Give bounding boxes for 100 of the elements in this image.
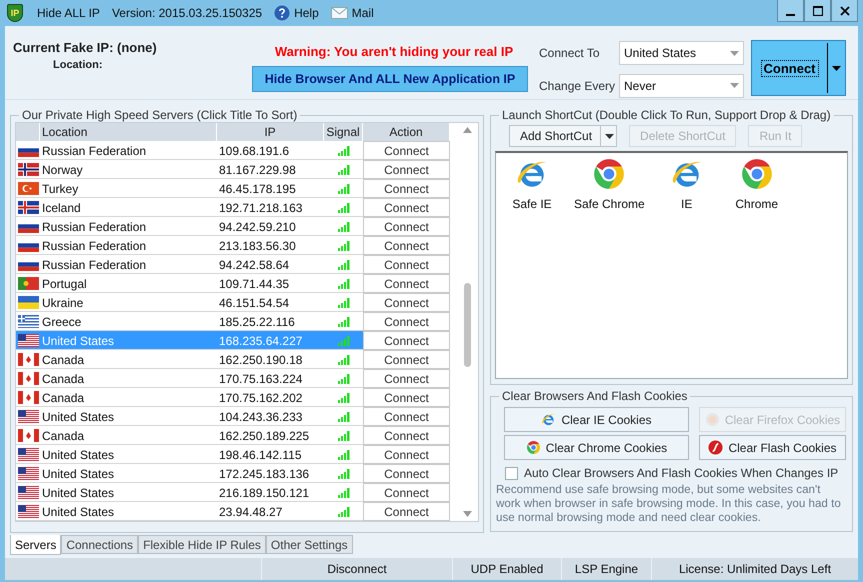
signal-icon — [338, 316, 350, 326]
connect-row-button[interactable]: Connect — [363, 236, 450, 255]
location-cell-text: Canada — [41, 352, 86, 366]
connect-row-button[interactable]: Connect — [363, 141, 450, 160]
flag-icon — [18, 163, 39, 176]
server-row[interactable]: Canada 162.250.190.18 Connect — [16, 350, 450, 369]
version-label: Version: 2015.03.25.150325 — [112, 6, 262, 20]
server-row[interactable]: Norway 81.167.229.98 Connect — [16, 160, 450, 179]
browser-icon — [704, 412, 720, 427]
server-row[interactable]: United States 168.235.64.227 Connect — [16, 331, 450, 350]
connect-row-button[interactable]: Connect — [363, 445, 450, 464]
server-row[interactable]: Iceland 192.71.218.163 Connect — [16, 198, 450, 217]
ip-cell-text: 185.25.22.116 — [218, 314, 296, 328]
connect-row-button[interactable]: Connect — [363, 502, 450, 521]
signal-icon — [338, 184, 350, 194]
server-row[interactable]: Canada 162.250.189.225 Connect — [16, 426, 450, 445]
clear-cookies-button[interactable]: Clear Flash Cookies — [699, 435, 846, 460]
scroll-up-icon[interactable] — [462, 127, 472, 133]
tab[interactable]: Servers — [10, 535, 62, 555]
server-row[interactable]: United States 23.94.48.27 Connect — [16, 502, 450, 521]
location-cell-text: Turkey — [41, 182, 80, 196]
flag-icon — [18, 486, 39, 499]
connect-row-button[interactable]: Connect — [363, 255, 450, 274]
dropdown[interactable]: Never — [619, 74, 744, 98]
panel-title: Clear Browsers And Flash Cookies — [501, 389, 688, 403]
signal-icon — [338, 506, 350, 516]
server-row[interactable]: Turkey 46.45.178.195 Connect — [16, 179, 450, 198]
flag-icon — [18, 391, 39, 404]
location-cell-text: Norway — [41, 162, 84, 176]
maximize-button[interactable] — [804, 0, 831, 22]
connect-row-button[interactable]: Connect — [363, 293, 450, 312]
close-button[interactable] — [831, 0, 858, 22]
server-row[interactable]: United States 172.245.183.136 Connect — [16, 464, 450, 483]
server-row[interactable]: Portugal 109.71.44.35 Connect — [16, 274, 450, 293]
location-cell-text: Russian Federation — [41, 220, 148, 234]
flag-icon — [18, 429, 39, 442]
mail-link[interactable]: Mail — [330, 6, 374, 20]
server-row[interactable]: Russian Federation 94.242.59.210 Connect — [16, 217, 450, 236]
mail-icon — [330, 7, 348, 19]
ip-cell-text: 162.250.189.225 — [218, 428, 310, 442]
checkbox[interactable] — [505, 466, 518, 480]
connect-row-button[interactable]: Connect — [363, 388, 450, 407]
connect-row-button[interactable]: Connect — [363, 483, 450, 502]
connect-row-button[interactable]: Connect — [363, 160, 450, 179]
hide-ip-button[interactable]: Hide Browser And ALL New Application IP — [252, 66, 528, 92]
location-cell-text: Ukraine — [41, 296, 84, 310]
flag-icon — [18, 296, 39, 309]
minimize-icon — [786, 14, 795, 16]
connect-button[interactable]: Connect — [751, 40, 846, 96]
connect-row-button[interactable]: Connect — [363, 274, 450, 293]
browser-icon — [526, 440, 541, 455]
server-row[interactable]: Russian Federation 94.242.58.64 Connect — [16, 255, 450, 274]
server-row[interactable]: Russian Federation 213.183.56.30 Connect — [16, 236, 450, 255]
toolbar-button[interactable]: Add ShortCut — [509, 125, 618, 147]
clear-cookies-button[interactable]: Clear IE Cookies — [504, 407, 689, 432]
connect-row-button[interactable]: Connect — [363, 464, 450, 483]
location-cell-text: United States — [41, 466, 116, 480]
server-row[interactable]: Greece 185.25.22.116 Connect — [16, 312, 450, 331]
connect-row-button[interactable]: Connect — [363, 350, 450, 369]
connect-row-button[interactable]: Connect — [363, 331, 450, 350]
ip-cell-text: 192.71.218.163 — [218, 200, 304, 214]
connect-row-button[interactable]: Connect — [363, 407, 450, 426]
flag-icon — [18, 182, 39, 195]
dropdown[interactable]: United States — [619, 41, 744, 66]
tab[interactable]: Other Settings — [266, 535, 353, 554]
browser-icon — [592, 157, 626, 191]
shortcut-item[interactable]: Chrome — [728, 157, 785, 211]
connect-row-button[interactable]: Connect — [363, 198, 450, 217]
ip-cell-text: 109.68.191.6 — [218, 144, 290, 158]
server-row[interactable]: Canada 170.75.162.202 Connect — [16, 388, 450, 407]
shortcut-item[interactable]: Safe Chrome — [574, 157, 645, 211]
ip-cell-text: 170.75.162.202 — [218, 390, 304, 404]
server-row[interactable]: United States 216.189.150.121 Connect — [16, 483, 450, 502]
shortcut-item[interactable]: Safe IE — [504, 157, 560, 211]
tab[interactable]: Connections — [61, 535, 138, 554]
tab[interactable]: Flexible Hide IP Rules — [138, 535, 266, 554]
minimize-button[interactable] — [777, 0, 804, 22]
connect-row-button[interactable]: Connect — [363, 217, 450, 236]
server-row[interactable]: Russian Federation 109.68.191.6 Connect — [16, 141, 450, 160]
connect-row-button[interactable]: Connect — [363, 426, 450, 445]
status-text: LSP Engine — [561, 558, 651, 580]
scroll-down-icon[interactable] — [462, 511, 472, 517]
caret-icon — [605, 134, 614, 138]
clear-cookies-button[interactable]: Clear Chrome Cookies — [504, 435, 689, 460]
dropdown-label: Change Every — [539, 78, 616, 93]
status-text: License: Unlimited Days Left — [651, 558, 858, 580]
signal-icon — [338, 336, 350, 346]
server-row[interactable]: Ukraine 46.151.54.54 Connect — [16, 293, 450, 312]
help-link[interactable]: Help — [274, 5, 319, 21]
connect-row-button[interactable]: Connect — [363, 312, 450, 331]
server-row[interactable]: United States 198.46.142.115 Connect — [16, 445, 450, 464]
shortcut-item[interactable]: IE — [658, 157, 715, 211]
flag-icon — [18, 372, 39, 385]
connect-row-button[interactable]: Connect — [363, 369, 450, 388]
signal-icon — [338, 240, 350, 250]
flag-icon — [18, 448, 39, 461]
server-row[interactable]: Canada 170.75.163.224 Connect — [16, 369, 450, 388]
signal-icon — [338, 278, 350, 288]
connect-row-button[interactable]: Connect — [363, 179, 450, 198]
server-row[interactable]: United States 104.243.36.233 Connect — [16, 407, 450, 426]
